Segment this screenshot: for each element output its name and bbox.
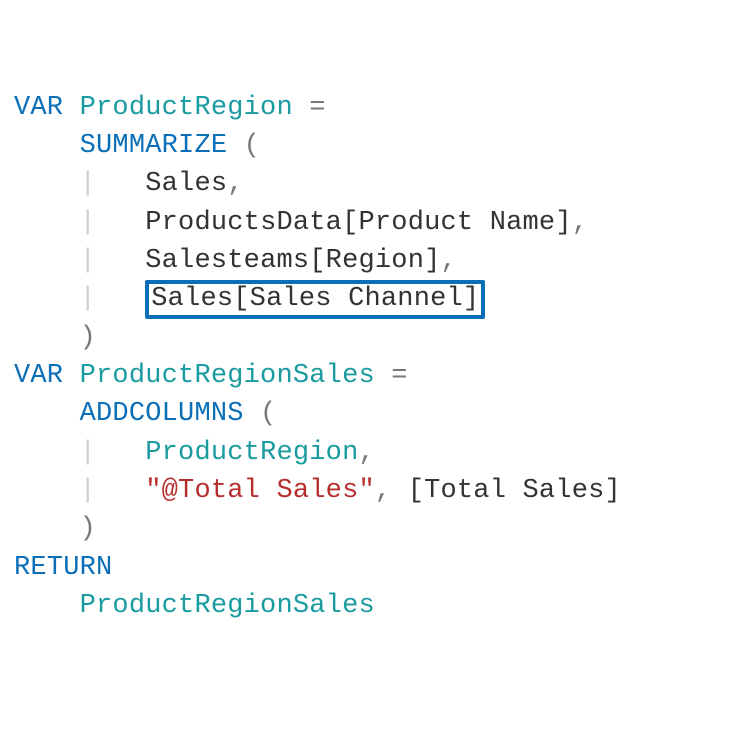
comma: , (227, 169, 243, 199)
dax-code-block: VAR ProductRegion = SUMMARIZE ( | Sales,… (14, 89, 740, 626)
keyword-return: RETURN (14, 553, 112, 583)
paren-open: ( (244, 399, 277, 429)
return-expression: ProductRegionSales (80, 591, 375, 621)
keyword-var: VAR (14, 93, 63, 123)
comma: , (572, 208, 588, 238)
indent-guide: | (80, 284, 96, 314)
paren-open: ( (227, 131, 260, 161)
variable-name: ProductRegion (80, 93, 293, 123)
indent-guide: | (80, 169, 96, 199)
comma: , (375, 476, 391, 506)
paren-close: ) (80, 514, 96, 544)
argument-column: ProductsData[Product Name] (145, 208, 571, 238)
argument-column-highlighted: Sales[Sales Channel] (151, 284, 479, 314)
indent-guide: | (80, 438, 96, 468)
string-literal: "@Total Sales" (145, 476, 375, 506)
comma: , (358, 438, 374, 468)
keyword-var: VAR (14, 361, 63, 391)
indent-guide: | (80, 208, 96, 238)
function-addcolumns: ADDCOLUMNS (80, 399, 244, 429)
function-summarize: SUMMARIZE (80, 131, 228, 161)
indent-guide: | (80, 476, 96, 506)
measure-reference: [Total Sales] (391, 476, 621, 506)
equals: = (375, 361, 408, 391)
argument-table: Sales (145, 169, 227, 199)
paren-close: ) (80, 323, 96, 353)
highlighted-argument: Sales[Sales Channel] (145, 280, 485, 318)
equals: = (293, 93, 326, 123)
comma: , (441, 246, 457, 276)
argument-column: Salesteams[Region] (145, 246, 440, 276)
argument-variable: ProductRegion (145, 438, 358, 468)
variable-name: ProductRegionSales (80, 361, 375, 391)
indent-guide: | (80, 246, 96, 276)
